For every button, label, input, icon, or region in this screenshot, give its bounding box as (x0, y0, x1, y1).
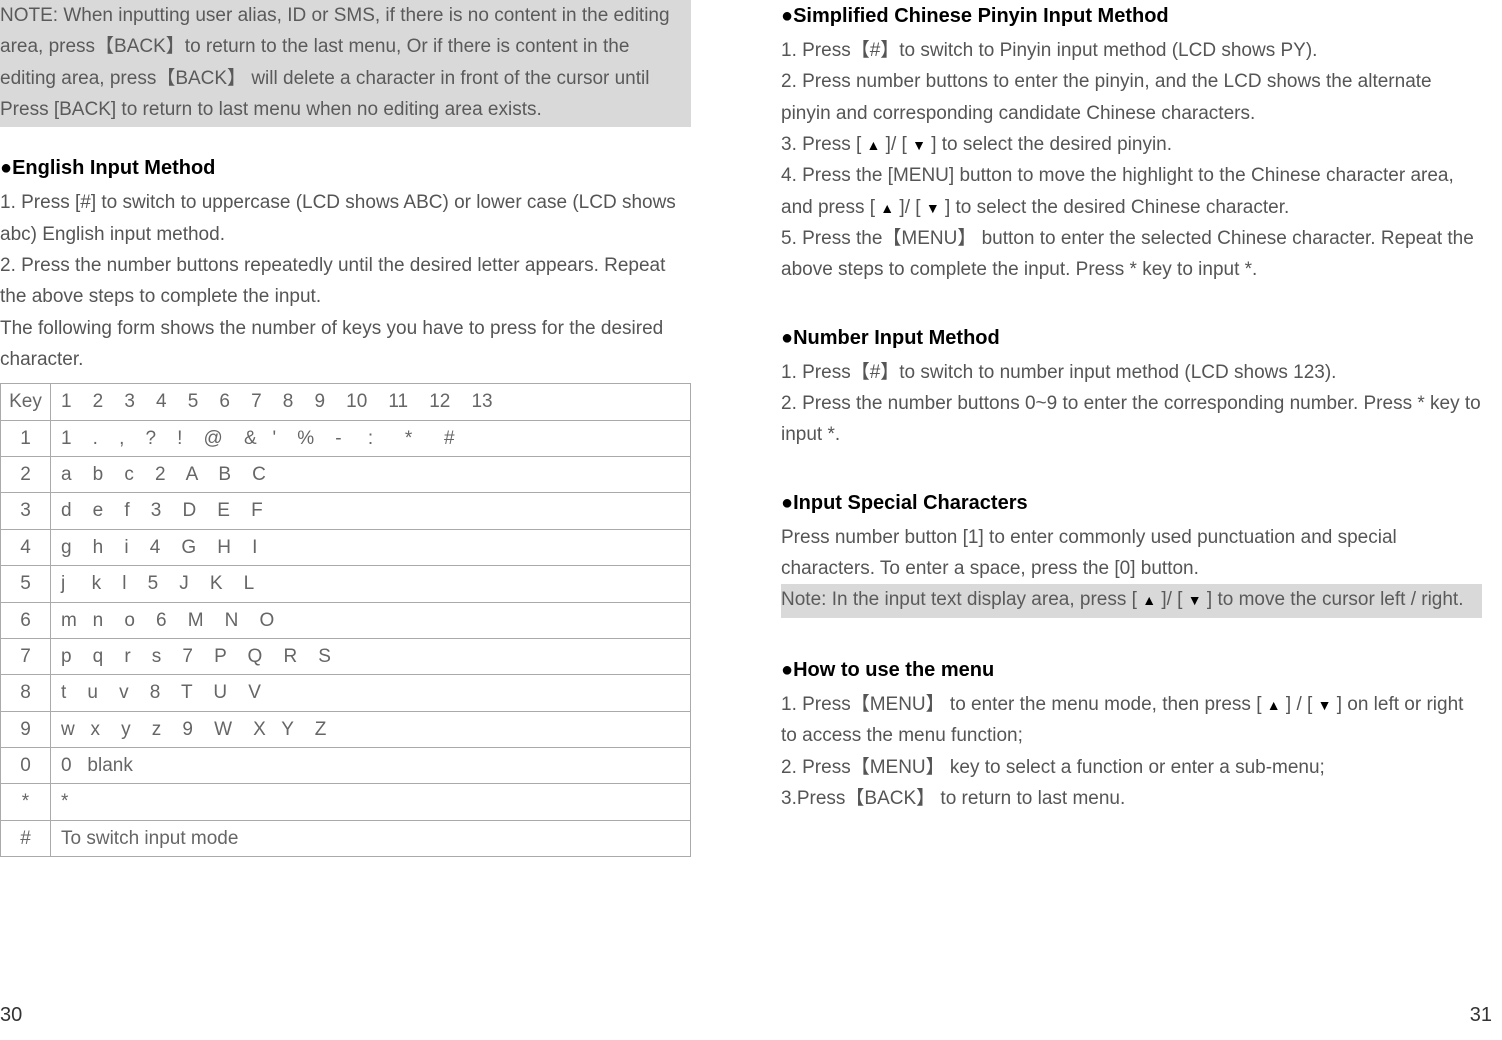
row-values: * (51, 784, 691, 820)
special-chars-body: Press number button [1] to enter commonl… (781, 522, 1482, 585)
cursor-note-box: Note: In the input text display area, pr… (781, 584, 1482, 617)
row-key: * (1, 784, 51, 820)
english-step-3: The following form shows the number of k… (0, 313, 691, 376)
menu-step-1: 1. Press【MENU】 to enter the menu mode, t… (781, 689, 1482, 752)
table-row: 3d e f 3 D E F (1, 493, 691, 529)
up-arrow-icon (1267, 694, 1281, 715)
row-values: 0 blank (51, 747, 691, 783)
page-right: ●Simplified Chinese Pinyin Input Method … (751, 0, 1502, 1040)
row-key: 5 (1, 566, 51, 602)
row-values: To switch input mode (51, 820, 691, 856)
number-step-2: 2. Press the number buttons 0~9 to enter… (781, 388, 1482, 451)
table-row: 9w x y z 9 W X Y Z (1, 711, 691, 747)
row-key: 9 (1, 711, 51, 747)
key-map-table: Key 1 2 3 4 5 6 7 8 9 10 11 12 13 11 . ,… (0, 383, 691, 856)
table-row: 2a b c 2 A B C (1, 457, 691, 493)
pinyin-step-5: 5. Press the【MENU】 button to enter the s… (781, 223, 1482, 286)
note-box: NOTE: When inputting user alias, ID or S… (0, 0, 691, 127)
down-arrow-icon (912, 134, 926, 155)
up-arrow-icon (880, 197, 894, 218)
row-values: m n o 6 M N O (51, 602, 691, 638)
table-header-row: Key 1 2 3 4 5 6 7 8 9 10 11 12 13 (1, 384, 691, 420)
number-input-body: 1. Press【#】to switch to number input met… (781, 357, 1482, 451)
table-row: 00 blank (1, 747, 691, 783)
menu-step-3: 3.Press【BACK】 to return to last menu. (781, 783, 1482, 814)
table-row: 8t u v 8 T U V (1, 675, 691, 711)
up-arrow-icon (1142, 589, 1156, 610)
table-row: 11 . , ? ! @ & ' % - : * # (1, 420, 691, 456)
heading-how-to-menu: ●How to use the menu (781, 654, 1482, 687)
pinyin-step-4: 4. Press the [MENU] button to move the h… (781, 160, 1482, 223)
page-number-left: 30 (0, 999, 22, 1032)
pinyin-step-1: 1. Press【#】to switch to Pinyin input met… (781, 35, 1482, 66)
table-row: ** (1, 784, 691, 820)
row-key: 1 (1, 420, 51, 456)
pinyin-step-3: 3. Press [ ]/ [ ] to select the desired … (781, 129, 1482, 160)
note-text: NOTE: When inputting user alias, ID or S… (0, 5, 670, 120)
special-chars-text: Press number button [1] to enter commonl… (781, 522, 1482, 585)
heading-special-chars: ●Input Special Characters (781, 487, 1482, 520)
heading-pinyin-input: ●Simplified Chinese Pinyin Input Method (781, 0, 1482, 33)
english-step-1: 1. Press [#] to switch to uppercase (LCD… (0, 187, 691, 250)
row-key: 0 (1, 747, 51, 783)
row-key: 8 (1, 675, 51, 711)
table-row: #To switch input mode (1, 820, 691, 856)
row-key: # (1, 820, 51, 856)
table-row: 5j k l 5 J K L (1, 566, 691, 602)
table-row: 6m n o 6 M N O (1, 602, 691, 638)
page-left: NOTE: When inputting user alias, ID or S… (0, 0, 751, 1040)
row-values: t u v 8 T U V (51, 675, 691, 711)
page-number-right: 31 (1470, 999, 1492, 1032)
pinyin-body: 1. Press【#】to switch to Pinyin input met… (781, 35, 1482, 286)
row-values: g h i 4 G H I (51, 529, 691, 565)
heading-english-input: ●English Input Method (0, 152, 691, 185)
up-arrow-icon (867, 134, 881, 155)
row-key: 7 (1, 638, 51, 674)
row-key: 6 (1, 602, 51, 638)
row-values: p q r s 7 P Q R S (51, 638, 691, 674)
menu-step-2: 2. Press【MENU】 key to select a function … (781, 752, 1482, 783)
english-input-body: 1. Press [#] to switch to uppercase (LCD… (0, 187, 691, 375)
menu-body: 1. Press【MENU】 to enter the menu mode, t… (781, 689, 1482, 814)
row-key: 3 (1, 493, 51, 529)
row-values: 1 . , ? ! @ & ' % - : * # (51, 420, 691, 456)
row-key: 4 (1, 529, 51, 565)
pinyin-step-2: 2. Press number buttons to enter the pin… (781, 66, 1482, 129)
header-key: Key (1, 384, 51, 420)
heading-number-input: ●Number Input Method (781, 322, 1482, 355)
header-numbers: 1 2 3 4 5 6 7 8 9 10 11 12 13 (51, 384, 691, 420)
row-values: a b c 2 A B C (51, 457, 691, 493)
table-row: 7p q r s 7 P Q R S (1, 638, 691, 674)
table-row: 4g h i 4 G H I (1, 529, 691, 565)
row-values: j k l 5 J K L (51, 566, 691, 602)
down-arrow-icon (1188, 589, 1202, 610)
english-step-2: 2. Press the number buttons repeatedly u… (0, 250, 691, 313)
down-arrow-icon (926, 197, 940, 218)
row-values: w x y z 9 W X Y Z (51, 711, 691, 747)
down-arrow-icon (1318, 694, 1332, 715)
number-step-1: 1. Press【#】to switch to number input met… (781, 357, 1482, 388)
row-key: 2 (1, 457, 51, 493)
row-values: d e f 3 D E F (51, 493, 691, 529)
